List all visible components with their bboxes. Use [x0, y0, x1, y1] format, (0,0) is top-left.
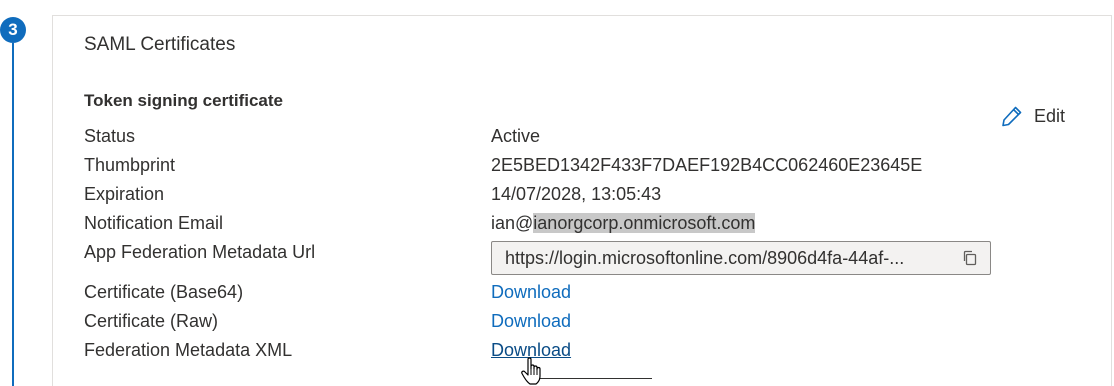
- cert-base64-download-link[interactable]: Download: [491, 280, 571, 304]
- step-number-badge: 3: [0, 17, 26, 43]
- metadata-url-value[interactable]: https://login.microsoftonline.com/8906d4…: [505, 248, 958, 269]
- edit-label: Edit: [1034, 105, 1066, 126]
- cert-base64-label: Certificate (Base64): [84, 282, 244, 302]
- cert-raw-label: Certificate (Raw): [84, 311, 219, 331]
- expiration-label: Expiration: [84, 184, 165, 204]
- copy-icon[interactable]: [958, 246, 982, 270]
- federation-xml-download-link[interactable]: Download: [491, 338, 571, 362]
- expiration-value: 14/07/2028, 13:05:43: [491, 184, 662, 204]
- step-connector-line: [12, 43, 14, 386]
- email-domain-highlighted: ianorgcorp.onmicrosoft.com: [533, 213, 756, 233]
- token-signing-section-title: Token signing certificate: [84, 91, 284, 110]
- tooltip-underline: [540, 378, 652, 379]
- saml-certificates-step: 3 SAML Certificates Token signing certif…: [0, 0, 1114, 386]
- status-label: Status: [84, 126, 136, 146]
- notification-email-value: ian@ianorgcorp.onmicrosoft.com: [491, 211, 756, 235]
- card-title: SAML Certificates: [84, 34, 236, 55]
- metadata-url-field[interactable]: https://login.microsoftonline.com/8906d4…: [491, 241, 991, 275]
- notification-email-label: Notification Email: [84, 213, 224, 233]
- saml-certificates-card: SAML Certificates Token signing certific…: [52, 15, 1112, 386]
- federation-xml-label: Federation Metadata XML: [84, 340, 293, 360]
- thumbprint-value: 2E5BED1342F433F7DAEF192B4CC062460E23645E: [491, 155, 923, 175]
- metadata-url-label: App Federation Metadata Url: [84, 242, 316, 262]
- edit-button[interactable]: Edit: [1000, 102, 1065, 130]
- thumbprint-label: Thumbprint: [84, 155, 176, 175]
- status-value: Active: [491, 126, 541, 146]
- email-prefix: ian@: [491, 213, 534, 233]
- cert-raw-download-link[interactable]: Download: [491, 309, 571, 333]
- pencil-icon: [1000, 104, 1024, 128]
